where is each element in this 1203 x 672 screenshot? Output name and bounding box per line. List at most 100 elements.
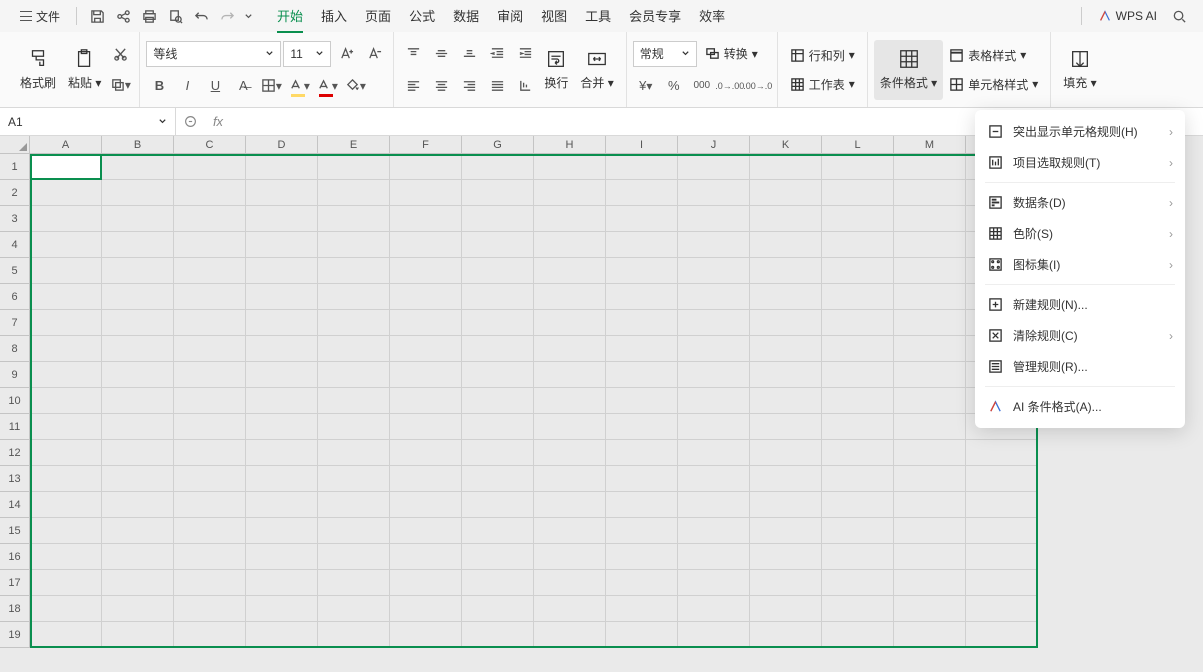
align-right-button[interactable] [456, 73, 482, 99]
cell[interactable] [750, 154, 822, 180]
cell[interactable] [534, 466, 606, 492]
row-header[interactable]: 2 [0, 180, 30, 206]
cell[interactable] [390, 336, 462, 362]
cell[interactable] [30, 466, 102, 492]
cell[interactable] [822, 570, 894, 596]
row-header[interactable]: 9 [0, 362, 30, 388]
cell[interactable] [966, 440, 1038, 466]
cell[interactable] [534, 362, 606, 388]
format-painter-button[interactable]: 格式刷 [14, 40, 62, 100]
cell[interactable] [966, 492, 1038, 518]
cell[interactable] [390, 284, 462, 310]
cell[interactable] [966, 570, 1038, 596]
align-middle-button[interactable] [428, 41, 454, 67]
column-header[interactable]: L [822, 136, 894, 154]
cell[interactable] [318, 336, 390, 362]
cell[interactable] [246, 232, 318, 258]
cell[interactable] [246, 440, 318, 466]
wrap-text-button[interactable]: 换行 [538, 40, 574, 100]
cell[interactable] [678, 492, 750, 518]
cell[interactable] [894, 570, 966, 596]
cell[interactable] [462, 388, 534, 414]
cell[interactable] [102, 232, 174, 258]
cell[interactable] [750, 180, 822, 206]
cell[interactable] [246, 206, 318, 232]
font-name-select[interactable]: 等线 [146, 41, 281, 67]
cell[interactable] [318, 258, 390, 284]
print-button[interactable] [137, 4, 161, 28]
row-header[interactable]: 11 [0, 414, 30, 440]
cell[interactable] [462, 258, 534, 284]
cell[interactable] [102, 206, 174, 232]
cell[interactable] [174, 362, 246, 388]
cell-style-button[interactable]: 单元格样式 ▾ [943, 73, 1044, 96]
cell[interactable] [246, 414, 318, 440]
conditional-format-button[interactable]: 条件格式 ▾ [874, 40, 943, 100]
menu-highlight-rules[interactable]: 突出显示单元格规则(H) › [975, 116, 1185, 147]
cell[interactable] [30, 622, 102, 648]
row-header[interactable]: 17 [0, 570, 30, 596]
cell[interactable] [750, 544, 822, 570]
cell[interactable] [390, 310, 462, 336]
select-all-corner[interactable] [0, 136, 30, 154]
row-header[interactable]: 5 [0, 258, 30, 284]
cell[interactable] [894, 232, 966, 258]
cell[interactable] [390, 518, 462, 544]
cell[interactable] [534, 154, 606, 180]
cell[interactable] [966, 466, 1038, 492]
cell[interactable] [678, 388, 750, 414]
menu-clear-rules[interactable]: 清除规则(C) › [975, 320, 1185, 351]
cell[interactable] [30, 232, 102, 258]
worksheet-button[interactable]: 工作表 ▾ [784, 73, 861, 96]
cell[interactable] [678, 258, 750, 284]
thousands-button[interactable]: 000 [689, 73, 715, 99]
cell[interactable] [174, 206, 246, 232]
cell[interactable] [462, 362, 534, 388]
italic-button[interactable]: I [174, 73, 200, 99]
cell[interactable] [822, 310, 894, 336]
cell[interactable] [174, 388, 246, 414]
cell[interactable] [678, 232, 750, 258]
paste-button[interactable]: 粘贴 ▾ [62, 40, 107, 100]
cell[interactable] [534, 570, 606, 596]
cell[interactable] [462, 180, 534, 206]
cell[interactable] [678, 596, 750, 622]
cell[interactable] [750, 596, 822, 622]
cell[interactable] [462, 440, 534, 466]
cell[interactable] [750, 570, 822, 596]
cell[interactable] [678, 518, 750, 544]
decrease-decimal-button[interactable]: .00→.0 [745, 73, 771, 99]
row-header[interactable]: 19 [0, 622, 30, 648]
cell[interactable] [102, 596, 174, 622]
cell[interactable] [462, 544, 534, 570]
cell[interactable] [894, 518, 966, 544]
cell[interactable] [30, 440, 102, 466]
cell[interactable] [102, 336, 174, 362]
cell[interactable] [102, 310, 174, 336]
cell[interactable] [462, 466, 534, 492]
cell[interactable] [894, 336, 966, 362]
column-header[interactable]: E [318, 136, 390, 154]
cell[interactable] [390, 492, 462, 518]
justify-button[interactable] [484, 73, 510, 99]
increase-indent-button[interactable] [512, 41, 538, 67]
cell[interactable] [30, 518, 102, 544]
cell[interactable] [318, 284, 390, 310]
cell[interactable] [102, 544, 174, 570]
row-header[interactable]: 7 [0, 310, 30, 336]
fill-color-button[interactable]: ▾ [342, 73, 368, 99]
menu-ai-conditional-format[interactable]: AI 条件格式(A)... [975, 391, 1185, 422]
cell[interactable] [318, 362, 390, 388]
cell[interactable] [246, 492, 318, 518]
decrease-indent-button[interactable] [484, 41, 510, 67]
cell[interactable] [174, 518, 246, 544]
cell[interactable] [534, 310, 606, 336]
row-col-button[interactable]: 行和列 ▾ [784, 44, 861, 67]
cell[interactable] [30, 362, 102, 388]
cell[interactable] [750, 518, 822, 544]
cell[interactable] [246, 544, 318, 570]
tab-page[interactable]: 页面 [365, 0, 391, 33]
cell[interactable] [822, 518, 894, 544]
cell[interactable] [606, 492, 678, 518]
cell[interactable] [390, 362, 462, 388]
